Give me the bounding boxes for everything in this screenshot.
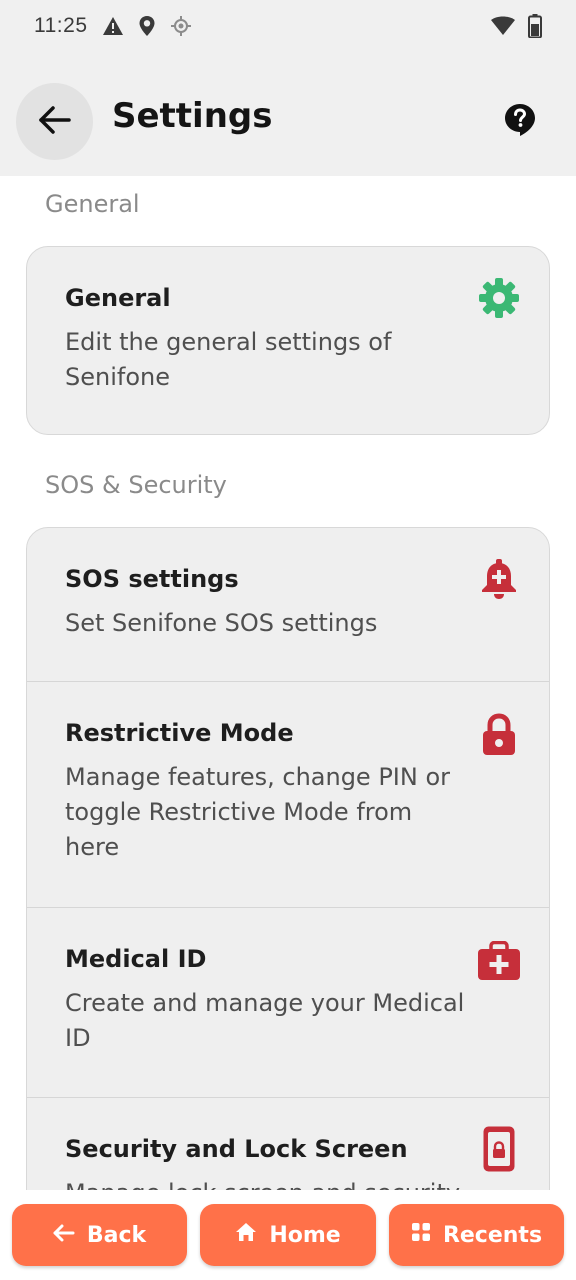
nav-recents-label: Recents (442, 1222, 543, 1248)
nav-back-label: Back (86, 1222, 147, 1248)
arrow-left-icon (53, 1223, 75, 1248)
settings-item-restrictive-mode[interactable]: Restrictive Mode Manage features, change… (27, 682, 549, 908)
item-description: Manage lock screen and security (65, 1176, 465, 1190)
sos-security-card: SOS settings Set Senifone SOS settings R… (26, 527, 550, 1190)
app-header: Settings (0, 52, 576, 176)
recents-grid-icon (411, 1222, 431, 1248)
home-icon (235, 1222, 257, 1248)
item-description: Manage features, change PIN or toggle Re… (65, 763, 451, 861)
status-bar: 11:25 (0, 0, 576, 52)
nav-recents-button[interactable]: Recents (389, 1204, 564, 1266)
help-button[interactable] (500, 102, 540, 142)
status-icons-left (102, 15, 192, 37)
settings-item-medical-id[interactable]: Medical ID Create and manage your Medica… (27, 908, 549, 1098)
medical-kit-icon (477, 939, 521, 983)
back-button[interactable] (16, 83, 93, 160)
item-title: Security and Lock Screen (65, 1135, 408, 1163)
item-title: Medical ID (65, 945, 207, 973)
section-heading-sos-security: SOS & Security (45, 471, 227, 499)
status-time: 11:25 (34, 14, 88, 37)
settings-item-security-lock-screen[interactable]: Security and Lock Screen Manage lock scr… (27, 1098, 549, 1190)
location-pin-icon (138, 15, 156, 37)
page-title: Settings (112, 96, 273, 136)
settings-item-general[interactable]: General Edit the general settings of Sen… (27, 247, 549, 434)
nav-back-button[interactable]: Back (12, 1204, 187, 1266)
item-description: Edit the general settings of Senifone (65, 328, 392, 391)
gear-icon (477, 276, 521, 320)
item-title: General (65, 284, 171, 312)
arrow-left-icon (38, 105, 72, 139)
phone-lock-icon (477, 1126, 521, 1172)
general-card: General Edit the general settings of Sen… (26, 246, 550, 435)
bell-plus-icon (477, 557, 521, 601)
bottom-nav: Back Home Recents (0, 1190, 576, 1280)
item-title: SOS settings (65, 565, 239, 593)
wifi-icon (490, 16, 516, 36)
section-heading-general: General (45, 190, 140, 218)
item-title: Restrictive Mode (65, 719, 294, 747)
item-description: Set Senifone SOS settings (65, 609, 378, 637)
help-icon (503, 102, 537, 142)
settings-list[interactable]: General General Edit the general setting… (0, 176, 576, 1190)
alert-triangle-icon (102, 16, 124, 36)
settings-item-sos[interactable]: SOS settings Set Senifone SOS settings (27, 528, 549, 682)
gps-icon (170, 15, 192, 37)
item-description: Create and manage your Medical ID (65, 989, 465, 1052)
lock-icon (477, 712, 521, 756)
status-icons-right (490, 14, 542, 38)
nav-home-button[interactable]: Home (200, 1204, 376, 1266)
nav-home-label: Home (269, 1222, 341, 1248)
battery-icon (528, 14, 542, 38)
